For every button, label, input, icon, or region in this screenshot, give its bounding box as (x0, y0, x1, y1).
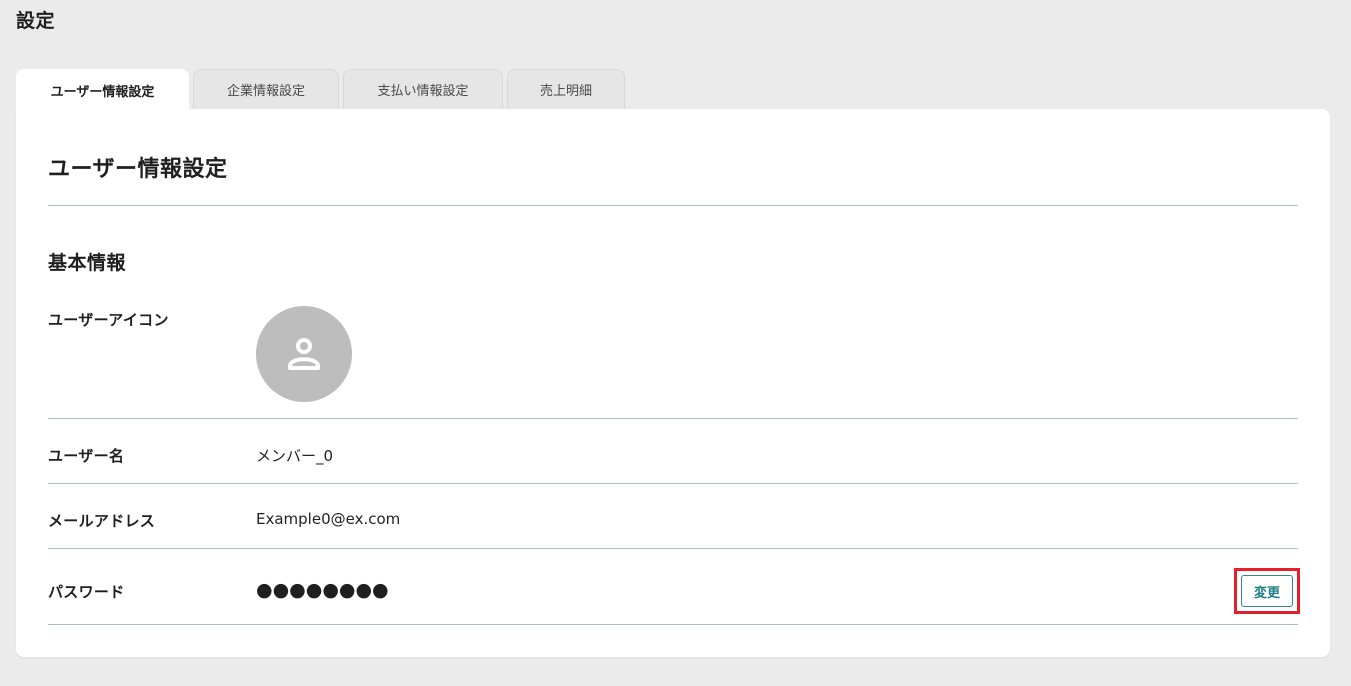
card-title: ユーザー情報設定 (48, 157, 228, 182)
title-divider (48, 205, 1298, 206)
tab-company-settings[interactable]: 企業情報設定 (193, 69, 339, 109)
page-title: 設定 (16, 10, 56, 32)
section-title-basic-info: 基本情報 (48, 252, 127, 274)
password-change-button[interactable]: 変更 (1241, 575, 1293, 607)
user-avatar (256, 306, 352, 402)
row-divider (48, 624, 1298, 625)
username-value: メンバー_0 (256, 447, 334, 465)
tab-payment-settings[interactable]: 支払い情報設定 (343, 69, 503, 109)
settings-tabs: ユーザー情報設定 企業情報設定 支払い情報設定 売上明細 (16, 69, 625, 110)
change-button-highlight: 変更 (1234, 568, 1300, 614)
tab-sales-details[interactable]: 売上明細 (507, 69, 625, 109)
user-settings-card: ユーザー情報設定 基本情報 ユーザーアイコン ユーザー名 メンバー_0 メールア… (16, 109, 1330, 657)
email-label: メールアドレス (48, 512, 156, 530)
user-avatar-icon (288, 338, 320, 370)
email-value: Example0@ex.com (256, 510, 401, 528)
user-icon-label: ユーザーアイコン (48, 311, 169, 329)
password-value: ●●●●●●●● (256, 579, 389, 601)
password-label: パスワード (48, 583, 125, 601)
tab-user-settings[interactable]: ユーザー情報設定 (16, 69, 189, 110)
row-divider (48, 548, 1298, 549)
username-label: ユーザー名 (48, 447, 125, 465)
row-divider (48, 483, 1298, 484)
row-divider (48, 418, 1298, 419)
